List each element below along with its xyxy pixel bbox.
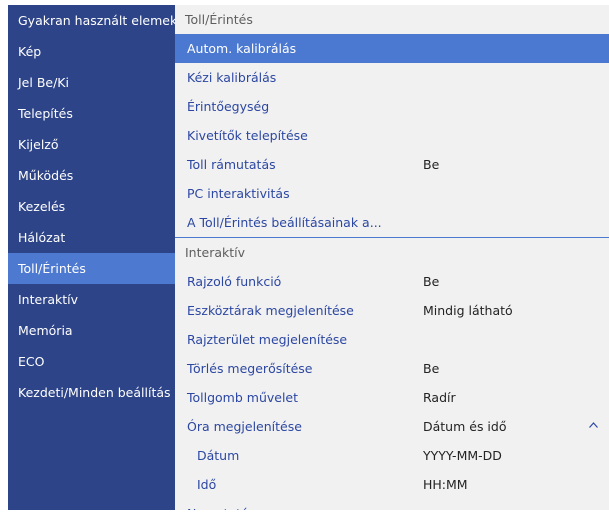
sidebar-item-image[interactable]: Kép [8, 36, 175, 67]
sidebar-item-display[interactable]: Kijelző [8, 129, 175, 160]
menu-item-touch-unit[interactable]: Érintőegység [175, 92, 609, 121]
menu-item-value: YYYY-MM-DD [423, 448, 502, 463]
menu-item-manual-calibration[interactable]: Kézi kalibrálás [175, 63, 609, 92]
sidebar-item-signal[interactable]: Jel Be/Ki [8, 67, 175, 98]
chevron-up-icon[interactable] [589, 422, 598, 430]
sidebar-item-frequently-used[interactable]: Gyakran használt elemek [8, 5, 175, 36]
menu-item-erase-confirmation[interactable]: Törlés megerősítése Be [175, 354, 609, 383]
menu-item-value: Be [423, 274, 440, 289]
menu-item-label: PC interaktivitás [187, 186, 290, 201]
menu-item-auto-calibration[interactable]: Autom. kalibrálás [175, 34, 609, 63]
sidebar-item-initial-all-settings[interactable]: Kezdeti/Minden beállítás [8, 377, 175, 408]
menu-item-label: Törlés megerősítése [187, 361, 313, 376]
menu-item-drawing-function[interactable]: Rajzoló funkció Be [175, 267, 609, 296]
menu-item-value: Radír [423, 390, 456, 405]
menu-item-label: Kézi kalibrálás [187, 70, 277, 85]
menu-item-date[interactable]: Dátum YYYY-MM-DD [175, 441, 609, 470]
menu-item-drawing-area-display[interactable]: Rajzterület megjelenítése [175, 325, 609, 354]
sidebar-item-memory[interactable]: Memória [8, 315, 175, 346]
menu-item-value: Be [423, 361, 440, 376]
sidebar-item-management[interactable]: Kezelés [8, 191, 175, 222]
sidebar-item-installation[interactable]: Telepítés [8, 98, 175, 129]
sidebar: Gyakran használt elemek Kép Jel Be/Ki Te… [8, 5, 175, 510]
menu-item-value: Be [423, 157, 440, 172]
menu-item-pen-pointing[interactable]: Toll rámutatás Be [175, 150, 609, 179]
menu-item-toolbar-display[interactable]: Eszköztárak megjelenítése Mindig látható [175, 296, 609, 325]
sidebar-item-interactive[interactable]: Interaktív [8, 284, 175, 315]
menu-item-label: Érintőegység [187, 99, 270, 114]
settings-panel: Toll/Érintés Autom. kalibrálás Kézi kali… [175, 5, 609, 510]
menu-item-value: HH:MM [423, 477, 468, 492]
menu-item-label: Autom. kalibrálás [187, 41, 297, 56]
menu-item-label: Óra megjelenítése [187, 419, 302, 434]
menu-item-label: Dátum [197, 448, 240, 463]
sidebar-item-network[interactable]: Hálózat [8, 222, 175, 253]
menu-item-label: Rajzoló funkció [187, 274, 282, 289]
menu-item-label: Rajzterület megjelenítése [187, 332, 348, 347]
menu-item-label: Tollgomb művelet [187, 390, 299, 405]
menu-item-pen-button-action[interactable]: Tollgomb művelet Radír [175, 383, 609, 412]
menu-item-label: Toll rámutatás [187, 157, 276, 172]
menu-item-label: Eszköztárak megjelenítése [187, 303, 354, 318]
menu-item-time[interactable]: Idő HH:MM [175, 470, 609, 499]
sidebar-item-pen-touch[interactable]: Toll/Érintés [8, 253, 175, 284]
section-title-interactive: Interaktív [185, 245, 246, 260]
sidebar-item-operation[interactable]: Működés [8, 160, 175, 191]
menu-item-value: Dátum és idő [423, 419, 507, 434]
menu-item-label: A Toll/Érintés beállításainak a... [187, 215, 382, 230]
section-title-pen-touch: Toll/Érintés [185, 12, 253, 27]
menu-item-label: Nyomtatás [187, 499, 255, 510]
menu-item-print[interactable]: Nyomtatás [175, 499, 609, 510]
menu-item-label: Idő [197, 477, 217, 492]
menu-item-clock-display[interactable]: Óra megjelenítése Dátum és idő [175, 412, 609, 441]
menu-item-pen-touch-settings[interactable]: A Toll/Érintés beállításainak a... [175, 208, 609, 238]
settings-menu: Gyakran használt elemek Kép Jel Be/Ki Te… [0, 0, 609, 512]
menu-item-projector-setup[interactable]: Kivetítők telepítése [175, 121, 609, 150]
sidebar-item-eco[interactable]: ECO [8, 346, 175, 377]
menu-item-label: Kivetítők telepítése [187, 128, 308, 143]
menu-item-value: Mindig látható [423, 303, 513, 318]
menu-item-pc-interactivity[interactable]: PC interaktivitás [175, 179, 609, 208]
